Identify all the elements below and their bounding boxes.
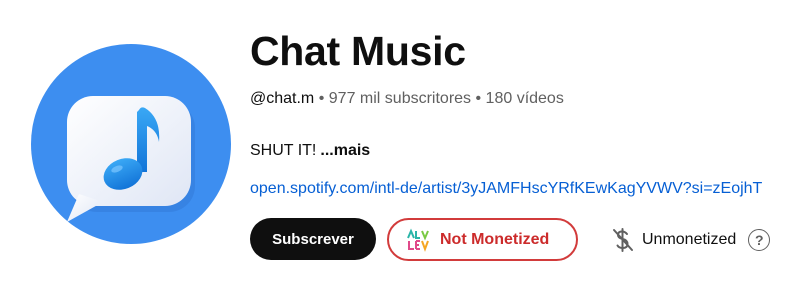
nexlev-logo-icon — [406, 227, 432, 252]
meta-separator: • — [318, 90, 329, 107]
monetization-status: Unmonetized ? — [612, 225, 771, 255]
not-monetized-button[interactable]: Not Monetized — [387, 218, 578, 261]
channel-link[interactable]: open.spotify.com/intl-de/artist/3yJAMFHs… — [250, 180, 806, 198]
music-note-chat-bubble-icon — [67, 96, 195, 222]
subscriber-count: 977 mil subscritores — [328, 90, 472, 107]
status-label: Unmonetized — [642, 231, 737, 248]
dollar-off-icon — [613, 228, 633, 252]
subscribe-button[interactable]: Subscrever — [250, 218, 376, 260]
meta-separator: • — [475, 90, 486, 107]
channel-meta: @chat.m • 977 mil subscritores • 180 víd… — [250, 90, 564, 108]
description-text: SHUT IT! — [250, 142, 317, 159]
channel-avatar[interactable] — [31, 44, 231, 244]
channel-handle: @chat.m — [250, 90, 315, 107]
not-monetized-label: Not Monetized — [440, 230, 550, 248]
more-link[interactable]: ...mais — [320, 142, 370, 159]
channel-title: Chat Music — [250, 28, 466, 74]
question-circle-icon[interactable]: ? — [748, 229, 771, 251]
video-count: 180 vídeos — [485, 90, 564, 107]
channel-actions: Subscrever Not Monetized Unmonetized ? — [250, 218, 806, 262]
channel-description[interactable]: SHUT IT! ...mais — [250, 142, 370, 160]
